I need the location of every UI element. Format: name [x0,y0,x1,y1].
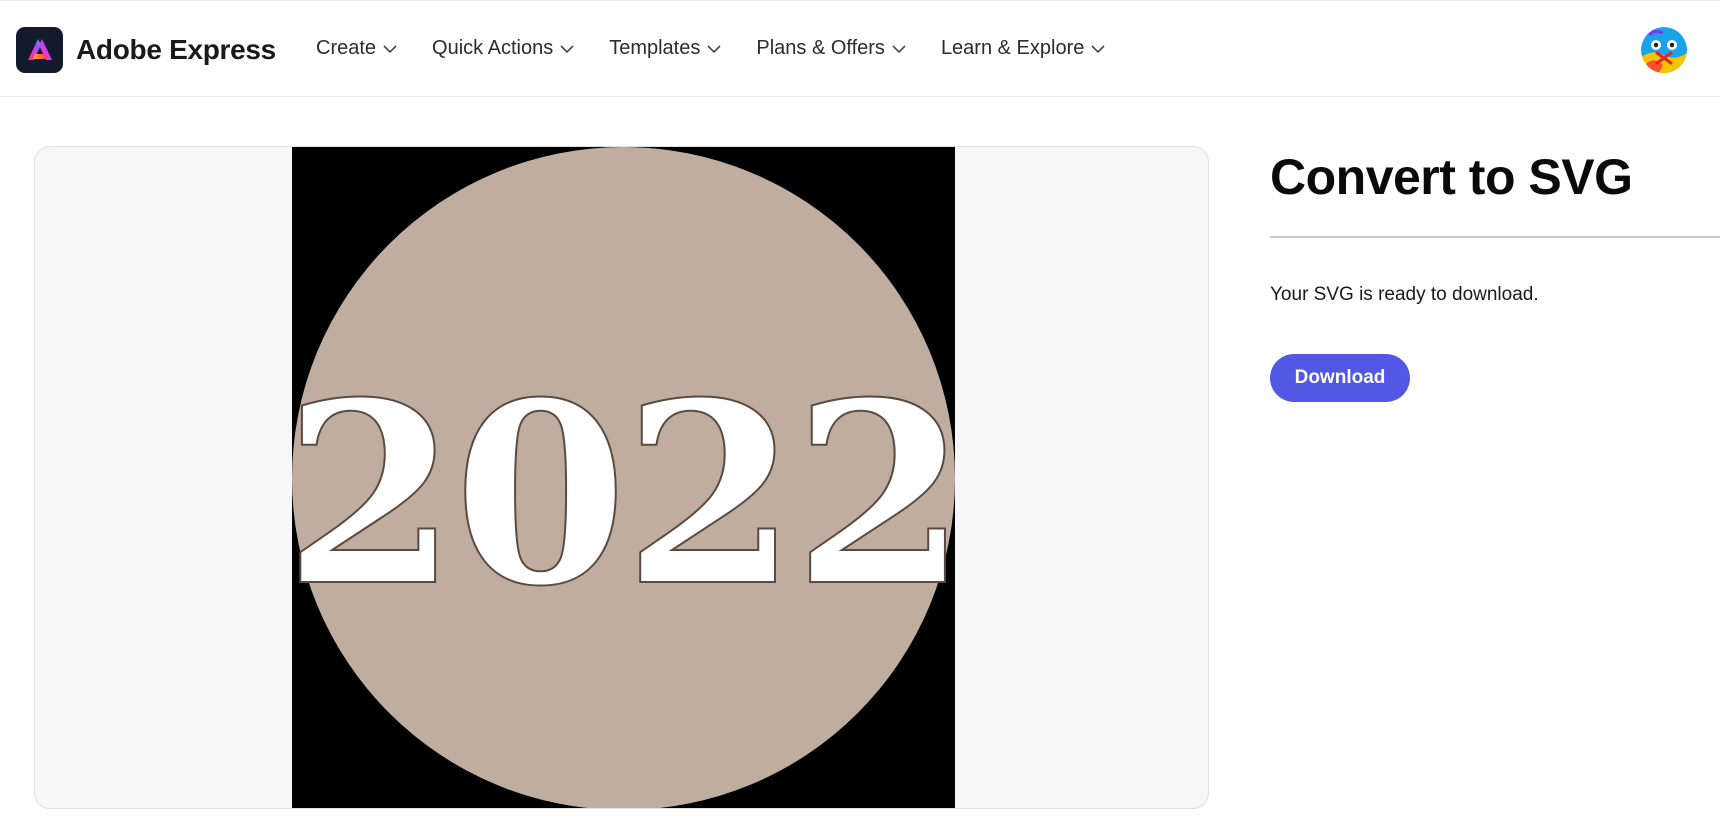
converted-svg-preview: 2022 [283,147,968,808]
nav-create-label: Create [316,37,377,59]
nav-learn-explore[interactable]: Learn & Explore [941,37,1106,60]
image-preview-panel: 2022 [34,146,1209,809]
nav-learn-explore-label: Learn & Explore [940,37,1085,59]
preview-year-text: 2022 [292,347,955,641]
nav-plans-offers[interactable]: Plans & Offers [756,37,907,60]
page-title: Convert to SVG [1270,149,1633,205]
adobe-express-logo[interactable]: Adobe Express [16,27,276,73]
chevron-down-icon [560,44,574,53]
adobe-express-icon [16,27,63,73]
chevron-down-icon [383,44,397,53]
chevron-down-icon [707,44,721,53]
title-divider [1270,236,1720,238]
main-nav: Create Quick Actions Templates Plans & O… [316,37,1106,60]
nav-templates-label: Templates [609,37,701,59]
nav-plans-offers-label: Plans & Offers [756,37,885,59]
nav-create[interactable]: Create [316,37,398,60]
chevron-down-icon [1091,44,1105,53]
top-header: Adobe Express Create Quick Actions Templ… [0,0,1720,97]
nav-templates[interactable]: Templates [609,37,722,60]
status-message: Your SVG is ready to download. [1270,284,1539,305]
nav-quick-actions-label: Quick Actions [432,37,554,59]
download-button[interactable]: Download [1270,354,1410,402]
brand-name: Adobe Express [76,34,276,65]
user-avatar[interactable] [1641,27,1687,73]
chevron-down-icon [892,44,906,53]
nav-quick-actions[interactable]: Quick Actions [432,37,575,60]
